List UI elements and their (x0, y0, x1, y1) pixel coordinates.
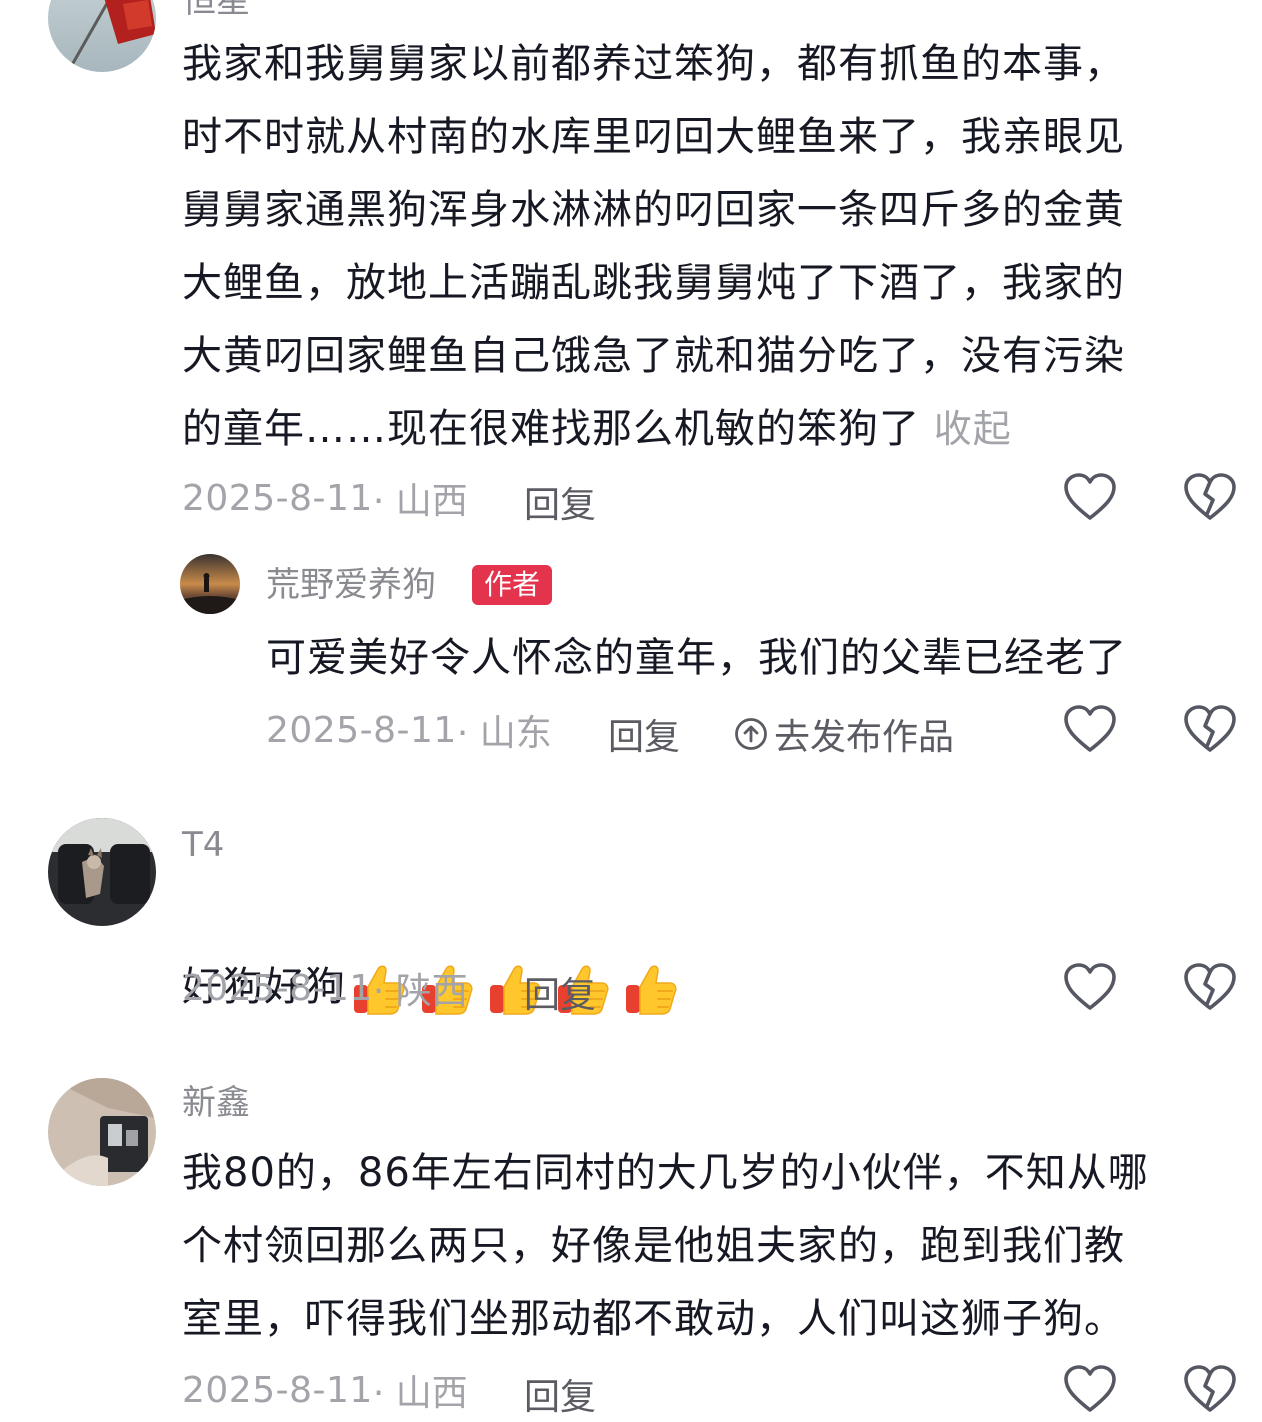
avatar[interactable] (48, 818, 156, 926)
comment-text: 我80的，86年左右同村的大几岁的小伙伴，不知从哪 个村领回那么两只，好像是他姐… (182, 1150, 1149, 1342)
comment-date: 2025-8-11 (182, 967, 373, 1009)
broken-heart-icon (1184, 473, 1236, 520)
comment-location: · 山西 (372, 1373, 468, 1414)
avatar[interactable] (48, 0, 156, 72)
broken-heart-icon (1184, 963, 1236, 1010)
upload-circle-icon (735, 718, 767, 750)
author-badge: 作者 (472, 565, 553, 605)
thumbs-up-emoji (626, 965, 677, 1015)
comment-meta: 2025-8-11 · 山西 (182, 1360, 468, 1420)
like-button[interactable] (1062, 702, 1118, 758)
comment-location: · 陕西 (372, 971, 468, 1012)
heart-outline-icon (1064, 473, 1116, 520)
collapse-link[interactable]: 收起 (934, 407, 1012, 451)
broken-heart-icon (1184, 1365, 1236, 1412)
dislike-button[interactable] (1182, 1362, 1238, 1418)
username[interactable]: 恒星 (182, 0, 250, 18)
dislike-button[interactable] (1182, 702, 1238, 758)
avatar[interactable] (48, 1078, 156, 1186)
like-button[interactable] (1062, 470, 1118, 526)
reply-text: 可爱美好令人怀念的童年，我们的父辈已经老了 (266, 635, 1127, 681)
reply-button[interactable]: 回复 (524, 966, 596, 1018)
comment-date: 2025-8-11 (182, 477, 373, 519)
comment-location: · 山西 (372, 481, 468, 522)
avatar-image (48, 0, 156, 72)
publish-work-button[interactable]: 去发布作品 (734, 708, 954, 760)
comment-meta: 2025-8-11 · 陕西 (182, 958, 468, 1018)
comment-meta: 2025-8-11 · 山西 (182, 468, 468, 528)
broken-heart-icon (1184, 705, 1236, 752)
dislike-button[interactable] (1182, 960, 1238, 1016)
comment-text-body: 我家和我舅舅家以前都养过笨狗，都有抓鱼的本事， 时不时就从村南的水库里叼回大鲤鱼… (182, 41, 1125, 452)
comment-date: 2025-8-11 (182, 1369, 373, 1411)
heart-outline-icon (1064, 1365, 1116, 1412)
reply-button[interactable]: 回复 (524, 476, 596, 528)
reply-button[interactable]: 回复 (524, 1368, 596, 1420)
username[interactable]: 新鑫 (182, 1086, 250, 1120)
like-button[interactable] (1062, 1362, 1118, 1418)
reply-location: · 山东 (456, 713, 552, 754)
heart-outline-icon (1064, 963, 1116, 1010)
username[interactable]: T4 (182, 828, 224, 862)
like-button[interactable] (1062, 960, 1118, 1016)
reply-date: 2025-8-11 (266, 709, 457, 751)
dislike-button[interactable] (1182, 470, 1238, 526)
comment-text: 我家和我舅舅家以前都养过笨狗，都有抓鱼的本事， 时不时就从村南的水库里叼回大鲤鱼… (182, 28, 1222, 466)
reply-button[interactable]: 回复 (608, 708, 680, 760)
reply-avatar[interactable] (180, 554, 240, 614)
publish-work-label: 去发布作品 (774, 717, 955, 758)
avatar-image (48, 818, 156, 926)
reply-meta: 2025-8-11 · 山东 (266, 700, 552, 760)
avatar-image (48, 1078, 156, 1186)
heart-outline-icon (1064, 705, 1116, 752)
avatar-image (180, 554, 240, 614)
reply-username[interactable]: 荒野爱养狗 (266, 568, 436, 602)
